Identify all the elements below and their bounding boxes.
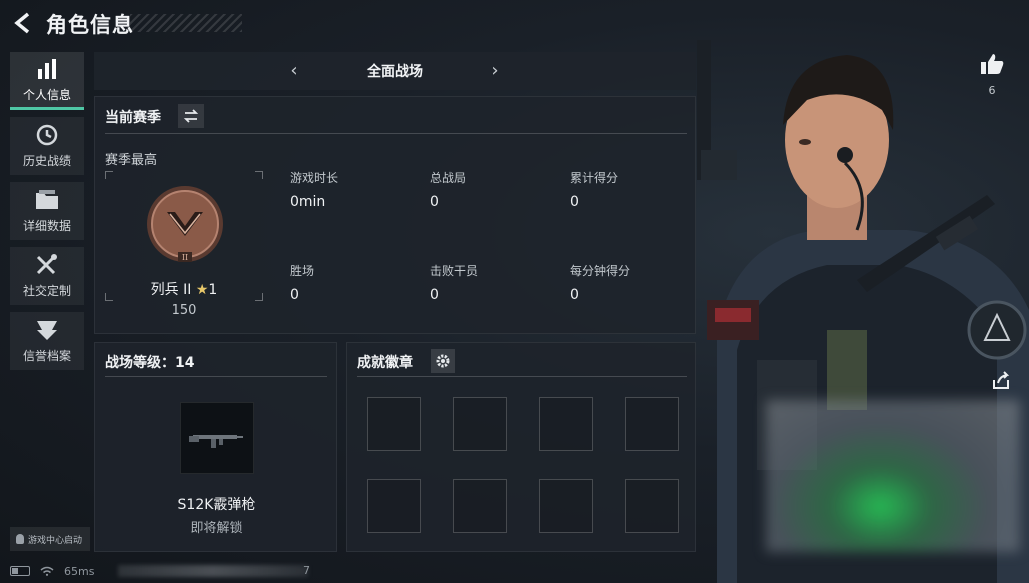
bar-chart-icon (38, 58, 56, 79)
sidebar-item-label: 社交定制 (22, 284, 71, 298)
rank-name: 列兵 II ★1 (105, 279, 263, 299)
rank-card: II 列兵 II ★1 150 (105, 171, 263, 318)
share-button[interactable] (990, 370, 1012, 392)
sidebar-item-history[interactable]: 历史战绩 (10, 117, 84, 175)
stat-score-per-minute: 每分钟得分 0 (570, 262, 700, 303)
svg-text:II: II (182, 253, 188, 262)
season-heading: 当前赛季 (105, 110, 161, 126)
stat-value: 0 (430, 287, 439, 303)
stat-label: 每分钟得分 (570, 264, 631, 278)
stat-total-score: 累计得分 0 (570, 169, 700, 210)
corner-mark (105, 171, 113, 179)
stat-label: 总战局 (430, 171, 467, 185)
season-best-label: 赛季最高 (105, 153, 158, 168)
battle-level-title: 战场等级：14 (105, 355, 195, 371)
weapon-unlock-status: 即将解锁 (190, 521, 243, 536)
stat-total-matches: 总战局 0 (430, 169, 560, 210)
rank-title: 列兵 II (150, 282, 192, 298)
stat-play-time: 游戏时长 0min (290, 169, 420, 210)
sidebar-item-detailed-data[interactable]: 详细数据 (10, 182, 84, 240)
sidebar-item-credit-record[interactable]: 信誉档案 (10, 312, 84, 370)
season-panel: 当前赛季 赛季最高 II 列兵 II ★1 150 游戏时长 0min 总战局 … (94, 96, 696, 334)
battery-icon (10, 566, 30, 576)
stat-value: 0min (290, 194, 326, 210)
stat-label: 累计得分 (570, 171, 619, 185)
achievements-panel: 成就徽章 (346, 342, 696, 552)
stat-value: 0 (430, 194, 439, 210)
wifi-icon (40, 566, 54, 576)
rank-stars: 1 (208, 282, 218, 298)
shield-badge-icon (37, 321, 57, 340)
thumbs-up-icon (981, 54, 1004, 74)
divider (105, 133, 687, 134)
title-decoration (130, 14, 242, 32)
achievement-slot[interactable] (625, 397, 679, 451)
rank-badge-icon: II (147, 186, 223, 262)
sidebar-item-label: 信誉档案 (22, 349, 71, 363)
folder-icon (36, 190, 58, 209)
stat-value: 0 (290, 287, 299, 303)
stat-label: 胜场 (290, 264, 315, 278)
divider (105, 376, 327, 377)
swap-season-button[interactable] (178, 104, 204, 128)
stat-value: 0 (570, 194, 579, 210)
stat-value: 0 (570, 287, 579, 303)
stat-label: 击败干员 (430, 264, 479, 278)
status-bar: 65ms (10, 564, 94, 578)
tools-icon (36, 254, 57, 275)
back-arrow-icon[interactable] (10, 10, 36, 36)
sidebar-item-label: 详细数据 (22, 219, 71, 233)
achievement-slot[interactable] (453, 479, 507, 533)
mode-selector: ‹ 全面战场 › (94, 52, 696, 90)
page-title: 角色信息 (46, 13, 134, 37)
blurred-promo-card (766, 400, 1020, 552)
rank-score: 150 (171, 303, 197, 318)
ping-value: 65ms (64, 564, 95, 578)
blurred-id-strip (118, 565, 308, 577)
achievement-slot[interactable] (539, 397, 593, 451)
mode-title: 全面战场 (367, 64, 423, 80)
achievement-settings-button[interactable] (431, 349, 455, 373)
game-center-launch-button[interactable]: 游戏中心启动 (10, 527, 90, 551)
sidebar-item-label: 个人信息 (22, 87, 71, 102)
stat-operators-defeated: 击败干员 0 (430, 262, 560, 303)
like-count: 6 (988, 84, 996, 97)
sidebar: 个人信息 历史战绩 详细数据 社交定制 信誉档案 (10, 52, 84, 377)
stat-label: 游戏时长 (290, 171, 339, 185)
stat-wins: 胜场 0 (290, 262, 420, 303)
achievement-slot[interactable] (367, 479, 421, 533)
top-bar: 角色信息 (0, 0, 1029, 46)
swap-icon (183, 109, 199, 123)
weapon-reward-slot[interactable] (180, 402, 254, 474)
sidebar-item-social-custom[interactable]: 社交定制 (10, 247, 84, 305)
game-center-icon (16, 534, 24, 544)
divider (357, 376, 687, 377)
shotgun-icon (189, 435, 243, 448)
chevron-right-icon[interactable]: › (485, 60, 505, 81)
achievement-slot[interactable] (367, 397, 421, 451)
gear-icon (436, 354, 450, 368)
like-button[interactable]: 6 (978, 52, 1006, 97)
history-clock-icon (36, 124, 58, 146)
achievement-slot[interactable] (453, 397, 507, 451)
game-center-label: 游戏中心启动 (28, 535, 83, 546)
battle-level-panel: 战场等级：14 S12K霰弹枪 即将解锁 (94, 342, 337, 552)
sidebar-item-personal-info[interactable]: 个人信息 (10, 52, 84, 110)
sidebar-item-label: 历史战绩 (22, 154, 71, 168)
achievement-slot[interactable] (539, 479, 593, 533)
weapon-name: S12K霰弹枪 (177, 497, 256, 513)
chevron-left-icon[interactable]: ‹ (284, 60, 304, 81)
achievement-slot[interactable] (625, 479, 679, 533)
achievements-title: 成就徽章 (357, 355, 413, 371)
share-icon (993, 371, 1010, 389)
star-icon: ★ (195, 282, 209, 298)
corner-mark (255, 171, 263, 179)
strip-number: 7 (303, 564, 310, 577)
